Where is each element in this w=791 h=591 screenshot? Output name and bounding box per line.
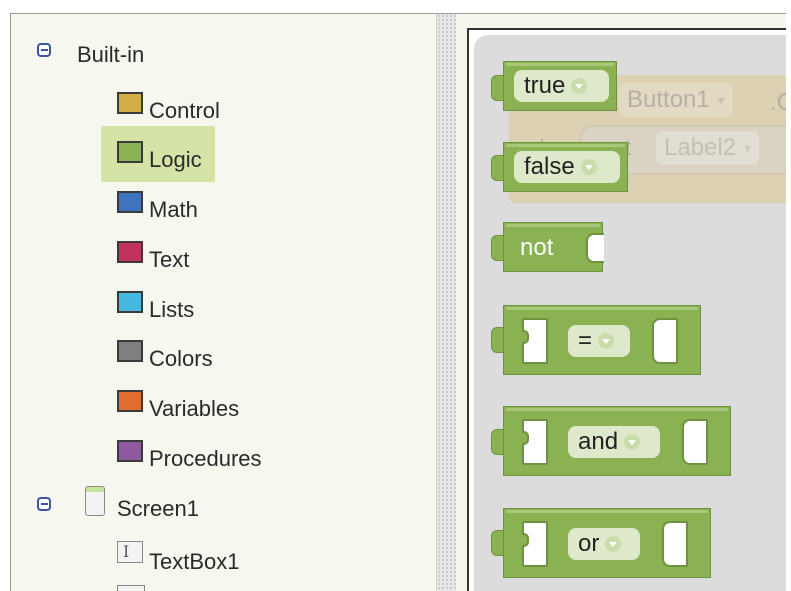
and-dropdown-arrow-icon (624, 434, 641, 450)
app-frame: Built-in Control Logic Math Text Lists C… (10, 13, 786, 591)
not-block-output-connector (491, 235, 503, 261)
compare-dropdown-arrow-icon (598, 333, 615, 349)
tree-item-control[interactable]: Control (149, 98, 220, 124)
compare-operator-label: = (578, 327, 593, 354)
ghost-component-name: Button1 (627, 86, 710, 113)
and-right-socket (682, 419, 708, 465)
math-swatch-icon (117, 191, 143, 213)
or-operator-label: or (578, 530, 600, 557)
tree-item-procedures[interactable]: Procedures (149, 446, 262, 472)
textbox-icon: I (117, 541, 143, 563)
blocks-workspace[interactable]: Button1 ▾ .C do set Label2 ▾ true (467, 28, 786, 591)
false-block-output-connector (491, 155, 503, 181)
colors-swatch-icon (117, 340, 143, 362)
ghost-dropdown-icon: ▾ (717, 91, 725, 108)
compare-operator-dropdown[interactable]: = (568, 325, 630, 357)
tree-screen1-label[interactable]: Screen1 (117, 496, 199, 522)
not-input-socket (586, 233, 604, 263)
and-left-socket (522, 419, 548, 465)
ghost-suffix: .C (770, 89, 786, 116)
panel-gap (456, 14, 466, 591)
compare-left-socket (522, 318, 548, 364)
tree-item-colors[interactable]: Colors (149, 346, 213, 372)
tree-item-textbox1[interactable]: TextBox1 (149, 549, 240, 575)
false-dropdown[interactable]: false (514, 151, 620, 183)
collapse-builtin-icon[interactable] (37, 43, 51, 57)
control-swatch-icon (117, 92, 143, 114)
true-dropdown[interactable]: true (514, 70, 609, 102)
next-component-icon (117, 585, 145, 591)
true-label: true (524, 72, 566, 99)
screen-icon (85, 486, 105, 516)
logic-blocks-flyout: Button1 ▾ .C do set Label2 ▾ true (474, 35, 786, 591)
and-operator-dropdown[interactable]: and (568, 426, 660, 458)
text-swatch-icon (117, 241, 143, 263)
tree-item-variables[interactable]: Variables (149, 396, 239, 422)
or-operator-dropdown[interactable]: or (568, 528, 640, 560)
compare-block-output-connector (491, 327, 503, 353)
logic-swatch-icon (117, 141, 143, 163)
or-block-output-connector (491, 530, 503, 556)
panel-splitter[interactable] (436, 14, 457, 591)
false-label: false (524, 153, 575, 180)
or-dropdown-arrow-icon (605, 536, 622, 552)
tree-item-lists[interactable]: Lists (149, 297, 194, 323)
or-left-socket (522, 521, 548, 567)
tree-builtin-label[interactable]: Built-in (77, 42, 144, 68)
false-dropdown-arrow-icon (580, 159, 597, 175)
not-label: not (520, 234, 554, 261)
blocks-tree-panel: Built-in Control Logic Math Text Lists C… (11, 14, 436, 591)
or-right-socket (662, 521, 688, 567)
procedures-swatch-icon (117, 440, 143, 462)
variables-swatch-icon (117, 390, 143, 412)
compare-right-socket (652, 318, 678, 364)
and-block-output-connector (491, 429, 503, 455)
ghost-target-name: Label2 (664, 134, 737, 161)
ghost-target-dropdown-icon: ▾ (744, 139, 752, 156)
true-block-output-connector (491, 75, 503, 101)
lists-swatch-icon (117, 291, 143, 313)
tree-item-math[interactable]: Math (149, 197, 198, 223)
tree-item-logic[interactable]: Logic (149, 147, 202, 173)
true-dropdown-arrow-icon (571, 78, 588, 94)
tree-item-text[interactable]: Text (149, 247, 189, 273)
collapse-screen1-icon[interactable] (37, 497, 51, 511)
and-operator-label: and (578, 428, 619, 455)
